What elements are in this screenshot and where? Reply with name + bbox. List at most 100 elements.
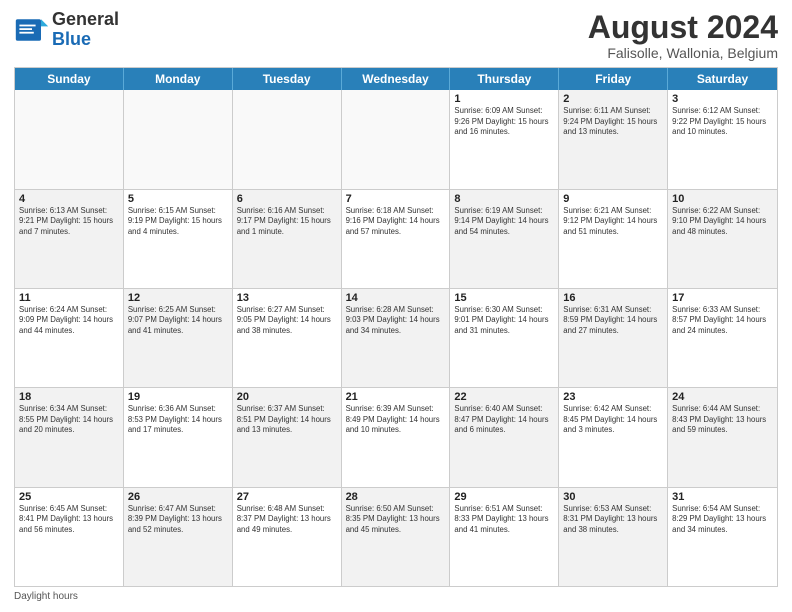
- day-info: Sunrise: 6:09 AM Sunset: 9:26 PM Dayligh…: [454, 106, 554, 138]
- day-info: Sunrise: 6:31 AM Sunset: 8:59 PM Dayligh…: [563, 305, 663, 337]
- calendar-day: 16Sunrise: 6:31 AM Sunset: 8:59 PM Dayli…: [559, 289, 668, 387]
- day-number: 20: [237, 391, 337, 403]
- calendar-day: 15Sunrise: 6:30 AM Sunset: 9:01 PM Dayli…: [450, 289, 559, 387]
- calendar-week: 18Sunrise: 6:34 AM Sunset: 8:55 PM Dayli…: [15, 388, 777, 487]
- weekday-header: Thursday: [450, 68, 559, 90]
- day-number: 14: [346, 292, 446, 304]
- day-number: 28: [346, 491, 446, 503]
- day-number: 6: [237, 193, 337, 205]
- calendar-day: 27Sunrise: 6:48 AM Sunset: 8:37 PM Dayli…: [233, 488, 342, 586]
- calendar-day: 11Sunrise: 6:24 AM Sunset: 9:09 PM Dayli…: [15, 289, 124, 387]
- calendar-day: 12Sunrise: 6:25 AM Sunset: 9:07 PM Dayli…: [124, 289, 233, 387]
- calendar-body: 1Sunrise: 6:09 AM Sunset: 9:26 PM Daylig…: [15, 90, 777, 586]
- weekday-header: Wednesday: [342, 68, 451, 90]
- day-number: 17: [672, 292, 773, 304]
- day-number: 11: [19, 292, 119, 304]
- day-info: Sunrise: 6:21 AM Sunset: 9:12 PM Dayligh…: [563, 206, 663, 238]
- day-info: Sunrise: 6:24 AM Sunset: 9:09 PM Dayligh…: [19, 305, 119, 337]
- day-number: 9: [563, 193, 663, 205]
- day-info: Sunrise: 6:39 AM Sunset: 8:49 PM Dayligh…: [346, 404, 446, 436]
- calendar-day: 23Sunrise: 6:42 AM Sunset: 8:45 PM Dayli…: [559, 388, 668, 486]
- day-number: 24: [672, 391, 773, 403]
- day-info: Sunrise: 6:50 AM Sunset: 8:35 PM Dayligh…: [346, 504, 446, 536]
- day-number: 3: [672, 93, 773, 105]
- calendar-day: 18Sunrise: 6:34 AM Sunset: 8:55 PM Dayli…: [15, 388, 124, 486]
- calendar-day: 31Sunrise: 6:54 AM Sunset: 8:29 PM Dayli…: [668, 488, 777, 586]
- day-number: 25: [19, 491, 119, 503]
- logo-blue: Blue: [52, 29, 91, 49]
- day-number: 23: [563, 391, 663, 403]
- calendar-week: 25Sunrise: 6:45 AM Sunset: 8:41 PM Dayli…: [15, 488, 777, 586]
- day-info: Sunrise: 6:47 AM Sunset: 8:39 PM Dayligh…: [128, 504, 228, 536]
- weekday-header: Saturday: [668, 68, 777, 90]
- day-info: Sunrise: 6:44 AM Sunset: 8:43 PM Dayligh…: [672, 404, 773, 436]
- calendar-week: 1Sunrise: 6:09 AM Sunset: 9:26 PM Daylig…: [15, 90, 777, 189]
- calendar: SundayMondayTuesdayWednesdayThursdayFrid…: [14, 67, 778, 587]
- day-info: Sunrise: 6:28 AM Sunset: 9:03 PM Dayligh…: [346, 305, 446, 337]
- calendar-day: 22Sunrise: 6:40 AM Sunset: 8:47 PM Dayli…: [450, 388, 559, 486]
- day-info: Sunrise: 6:16 AM Sunset: 9:17 PM Dayligh…: [237, 206, 337, 238]
- day-info: Sunrise: 6:25 AM Sunset: 9:07 PM Dayligh…: [128, 305, 228, 337]
- calendar-day: 13Sunrise: 6:27 AM Sunset: 9:05 PM Dayli…: [233, 289, 342, 387]
- calendar-day: 5Sunrise: 6:15 AM Sunset: 9:19 PM Daylig…: [124, 190, 233, 288]
- day-number: 15: [454, 292, 554, 304]
- logo-icon: [14, 12, 50, 48]
- page: General Blue August 2024 Falisolle, Wall…: [0, 0, 792, 612]
- day-number: 21: [346, 391, 446, 403]
- day-number: 5: [128, 193, 228, 205]
- day-number: 2: [563, 93, 663, 105]
- calendar-day: 2Sunrise: 6:11 AM Sunset: 9:24 PM Daylig…: [559, 90, 668, 188]
- day-info: Sunrise: 6:54 AM Sunset: 8:29 PM Dayligh…: [672, 504, 773, 536]
- day-info: Sunrise: 6:12 AM Sunset: 9:22 PM Dayligh…: [672, 106, 773, 138]
- calendar-day: 8Sunrise: 6:19 AM Sunset: 9:14 PM Daylig…: [450, 190, 559, 288]
- calendar-day: 10Sunrise: 6:22 AM Sunset: 9:10 PM Dayli…: [668, 190, 777, 288]
- weekday-header: Friday: [559, 68, 668, 90]
- day-number: 30: [563, 491, 663, 503]
- day-info: Sunrise: 6:53 AM Sunset: 8:31 PM Dayligh…: [563, 504, 663, 536]
- day-info: Sunrise: 6:51 AM Sunset: 8:33 PM Dayligh…: [454, 504, 554, 536]
- day-number: 29: [454, 491, 554, 503]
- calendar-day: 26Sunrise: 6:47 AM Sunset: 8:39 PM Dayli…: [124, 488, 233, 586]
- calendar-day: 25Sunrise: 6:45 AM Sunset: 8:41 PM Dayli…: [15, 488, 124, 586]
- day-number: 13: [237, 292, 337, 304]
- day-info: Sunrise: 6:15 AM Sunset: 9:19 PM Dayligh…: [128, 206, 228, 238]
- weekday-header: Tuesday: [233, 68, 342, 90]
- day-info: Sunrise: 6:11 AM Sunset: 9:24 PM Dayligh…: [563, 106, 663, 138]
- calendar-empty: [124, 90, 233, 188]
- day-info: Sunrise: 6:22 AM Sunset: 9:10 PM Dayligh…: [672, 206, 773, 238]
- day-number: 16: [563, 292, 663, 304]
- calendar-empty: [15, 90, 124, 188]
- day-info: Sunrise: 6:36 AM Sunset: 8:53 PM Dayligh…: [128, 404, 228, 436]
- day-info: Sunrise: 6:33 AM Sunset: 8:57 PM Dayligh…: [672, 305, 773, 337]
- header: General Blue August 2024 Falisolle, Wall…: [14, 10, 778, 61]
- weekday-header: Monday: [124, 68, 233, 90]
- calendar-day: 19Sunrise: 6:36 AM Sunset: 8:53 PM Dayli…: [124, 388, 233, 486]
- calendar-day: 14Sunrise: 6:28 AM Sunset: 9:03 PM Dayli…: [342, 289, 451, 387]
- calendar-day: 4Sunrise: 6:13 AM Sunset: 9:21 PM Daylig…: [15, 190, 124, 288]
- day-number: 31: [672, 491, 773, 503]
- logo-general: General: [52, 9, 119, 29]
- calendar-day: 17Sunrise: 6:33 AM Sunset: 8:57 PM Dayli…: [668, 289, 777, 387]
- logo-text: General Blue: [52, 10, 119, 50]
- calendar-day: 1Sunrise: 6:09 AM Sunset: 9:26 PM Daylig…: [450, 90, 559, 188]
- day-number: 26: [128, 491, 228, 503]
- day-info: Sunrise: 6:40 AM Sunset: 8:47 PM Dayligh…: [454, 404, 554, 436]
- calendar-empty: [233, 90, 342, 188]
- calendar-day: 20Sunrise: 6:37 AM Sunset: 8:51 PM Dayli…: [233, 388, 342, 486]
- day-info: Sunrise: 6:37 AM Sunset: 8:51 PM Dayligh…: [237, 404, 337, 436]
- day-number: 1: [454, 93, 554, 105]
- calendar-week: 4Sunrise: 6:13 AM Sunset: 9:21 PM Daylig…: [15, 190, 777, 289]
- day-info: Sunrise: 6:19 AM Sunset: 9:14 PM Dayligh…: [454, 206, 554, 238]
- day-info: Sunrise: 6:30 AM Sunset: 9:01 PM Dayligh…: [454, 305, 554, 337]
- calendar-day: 7Sunrise: 6:18 AM Sunset: 9:16 PM Daylig…: [342, 190, 451, 288]
- calendar-day: 29Sunrise: 6:51 AM Sunset: 8:33 PM Dayli…: [450, 488, 559, 586]
- day-number: 22: [454, 391, 554, 403]
- sub-title: Falisolle, Wallonia, Belgium: [588, 45, 778, 61]
- calendar-day: 3Sunrise: 6:12 AM Sunset: 9:22 PM Daylig…: [668, 90, 777, 188]
- day-number: 19: [128, 391, 228, 403]
- main-title: August 2024: [588, 10, 778, 45]
- day-number: 12: [128, 292, 228, 304]
- calendar-day: 30Sunrise: 6:53 AM Sunset: 8:31 PM Dayli…: [559, 488, 668, 586]
- day-info: Sunrise: 6:34 AM Sunset: 8:55 PM Dayligh…: [19, 404, 119, 436]
- title-block: August 2024 Falisolle, Wallonia, Belgium: [588, 10, 778, 61]
